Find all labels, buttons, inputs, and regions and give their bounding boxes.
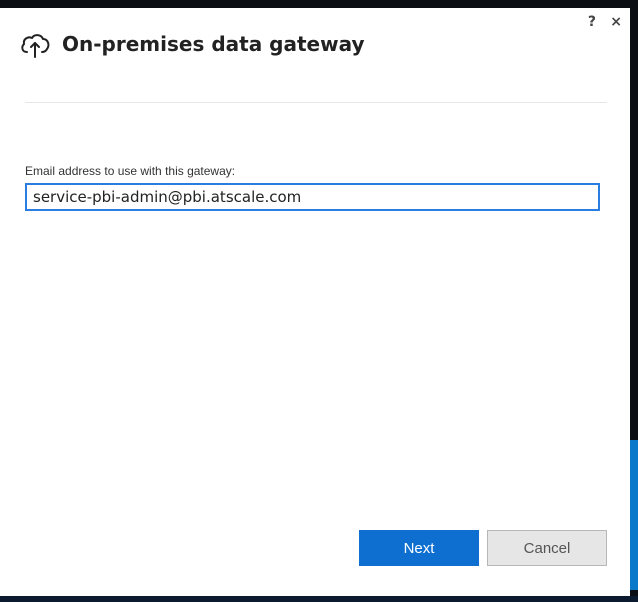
cloud-upload-icon — [21, 34, 50, 58]
taskbar-edge — [0, 596, 638, 602]
close-button[interactable]: × — [610, 14, 622, 30]
cancel-button[interactable]: Cancel — [487, 530, 607, 566]
help-button[interactable]: ? — [588, 14, 596, 30]
desktop-background: ? × On-premises data gateway Email addre… — [0, 0, 638, 602]
email-field[interactable] — [25, 183, 600, 211]
next-button[interactable]: Next — [359, 530, 479, 566]
dialog-title: On-premises data gateway — [62, 32, 365, 56]
gateway-dialog: ? × On-premises data gateway Email addre… — [0, 8, 630, 596]
background-window-edge — [630, 440, 638, 590]
title-divider — [25, 102, 607, 103]
email-field-label: Email address to use with this gateway: — [25, 164, 236, 178]
